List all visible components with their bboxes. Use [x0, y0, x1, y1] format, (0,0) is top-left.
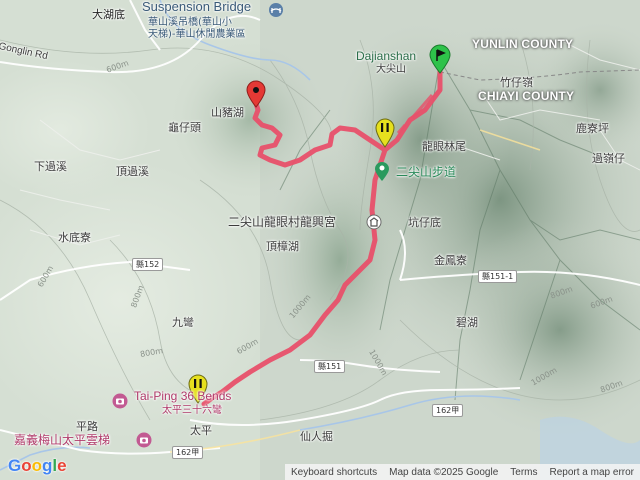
- temple-icon[interactable]: [366, 214, 382, 230]
- attribution-bar: Keyboard shortcuts Map data ©2025 Google…: [284, 464, 640, 480]
- bridge-poi-icon[interactable]: [268, 2, 284, 18]
- place-label: 碧湖: [456, 316, 478, 329]
- county-label: CHIAYI COUNTY: [478, 89, 575, 103]
- place-label: 太平: [190, 424, 212, 437]
- place-label: 水底寮: [58, 231, 91, 244]
- keyboard-shortcuts-link[interactable]: Keyboard shortcuts: [285, 467, 383, 478]
- terrain-map[interactable]: [0, 0, 640, 480]
- peak-label-en[interactable]: Dajianshan: [356, 50, 416, 63]
- place-label: 龜仔頭: [168, 121, 201, 134]
- map-data-text: Map data ©2025 Google: [389, 466, 499, 478]
- place-label: 山豬湖: [211, 106, 244, 119]
- trail-label[interactable]: 二尖山步道: [396, 166, 456, 179]
- road-shield: 162甲: [172, 446, 204, 459]
- place-label: 下過溪: [34, 160, 67, 173]
- place-label: 九彎: [172, 316, 194, 329]
- place-label: 金鳳寮: [434, 254, 467, 267]
- bridge-label-en[interactable]: Suspension Bridge: [142, 0, 251, 13]
- county-label: YUNLIN COUNTY: [472, 37, 574, 51]
- start-flag-icon[interactable]: [428, 44, 452, 74]
- place-label: 竹仔嶺: [500, 76, 533, 89]
- place-label: 坑仔底: [408, 216, 441, 229]
- place-label: 過嶺仔: [592, 152, 625, 165]
- place-label: 頂過溪: [116, 165, 149, 178]
- temple-label[interactable]: 二尖山龍眼村龍興宮: [228, 216, 336, 229]
- place-label: 龍眼林尾: [422, 140, 466, 153]
- road-shield: 縣151-1: [478, 270, 518, 283]
- place-label: 鹿寮坪: [576, 122, 609, 135]
- place-label: 仙人掘: [300, 430, 333, 443]
- place-label: 頂樟湖: [266, 240, 299, 253]
- trail-hiker-icon[interactable]: [374, 162, 390, 182]
- place-label: 大湖底: [92, 8, 125, 21]
- road-shield: 縣152: [132, 258, 164, 271]
- terms-link[interactable]: Terms: [504, 467, 543, 478]
- camera-poi-icon[interactable]: [112, 393, 128, 409]
- end-pin-icon[interactable]: [246, 80, 266, 108]
- poi-label-zh[interactable]: 太平三十六彎: [162, 404, 222, 417]
- road-shield: 縣151: [314, 360, 346, 373]
- poi-label-en[interactable]: Tai-Ping 36 Bends: [134, 390, 231, 403]
- camera-poi-icon[interactable]: [136, 432, 152, 448]
- waypoint-pause-icon[interactable]: [375, 118, 395, 148]
- bridge-label-zh-2[interactable]: 天梯)-華山休閒農業區: [148, 28, 246, 41]
- google-logo: Google: [8, 456, 67, 475]
- place-label: 平路: [76, 420, 98, 433]
- peak-label-zh[interactable]: 大尖山: [376, 63, 406, 76]
- road-shield: 162甲: [432, 404, 464, 417]
- poi-label-zh[interactable]: 嘉義梅山太平雲梯: [14, 434, 110, 447]
- report-error-link[interactable]: Report a map error: [544, 467, 640, 478]
